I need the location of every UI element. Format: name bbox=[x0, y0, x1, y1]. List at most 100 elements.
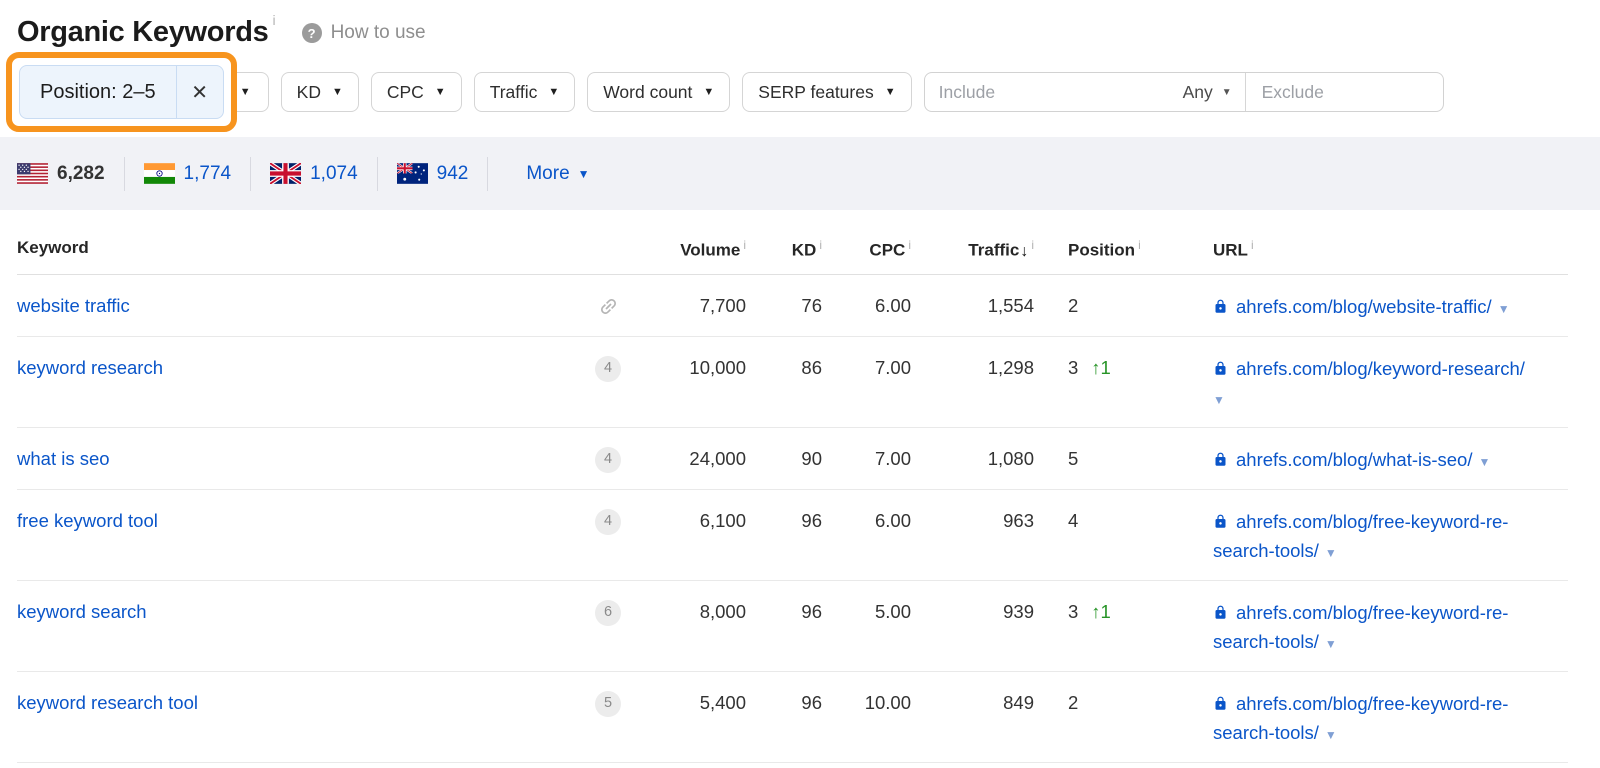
indicator-column-spacer bbox=[576, 217, 640, 274]
cpc-cell: 10.00 bbox=[864, 691, 911, 713]
serp-features-badge[interactable]: 4 bbox=[595, 508, 621, 535]
au-keyword-count: 942 bbox=[436, 162, 469, 184]
keywords-table: Keyword Volume i KD i CPC i Traffic↓ i Posit… bbox=[17, 217, 1568, 763]
position-cell: 3 bbox=[1068, 600, 1079, 622]
traffic-filter-button[interactable]: Traffic ▼ bbox=[473, 72, 576, 112]
column-header-url[interactable]: URL i bbox=[1213, 217, 1568, 274]
position-filter-chip[interactable]: Position: 2–5 ✕ bbox=[19, 65, 224, 119]
url-link[interactable]: ahrefs.com/blog/free-keyword-re-search-t… bbox=[1213, 693, 1508, 743]
more-countries-button[interactable]: More ▼ bbox=[526, 163, 589, 185]
traffic-cell: 1,298 bbox=[987, 356, 1034, 378]
stats-divider bbox=[123, 156, 125, 191]
info-icon: i bbox=[1138, 238, 1141, 252]
table-row: keyword research tool 5 5,400 96 10.00 8… bbox=[17, 672, 1568, 763]
match-mode-value: Any bbox=[1182, 81, 1213, 102]
column-header-keyword[interactable]: Keyword bbox=[17, 217, 576, 274]
india-flag-icon bbox=[143, 163, 175, 184]
highlight-annotation: Position: 2–5 ✕ bbox=[6, 52, 237, 132]
gb-keyword-count: 1,074 bbox=[310, 162, 358, 184]
url-expand-icon[interactable]: ▼ bbox=[1498, 302, 1510, 316]
uk-flag-icon bbox=[270, 163, 302, 184]
serp-features-badge[interactable]: 4 bbox=[595, 355, 621, 382]
url-expand-icon[interactable]: ▼ bbox=[1325, 728, 1337, 742]
kd-filter-button[interactable]: KD ▼ bbox=[280, 72, 359, 112]
cpc-cell: 6.00 bbox=[874, 509, 911, 531]
url-expand-icon[interactable]: ▼ bbox=[1213, 393, 1225, 407]
us-flag-icon bbox=[17, 163, 48, 184]
column-header-kd[interactable]: KD i bbox=[746, 217, 822, 274]
position-cell: 2 bbox=[1068, 294, 1079, 316]
traffic-cell: 849 bbox=[1003, 691, 1034, 713]
url-link[interactable]: ahrefs.com/blog/what-is-seo/ bbox=[1236, 449, 1473, 470]
remove-filter-icon[interactable]: ✕ bbox=[177, 80, 223, 105]
chevron-down-icon: ▼ bbox=[331, 86, 343, 98]
table-row: free keyword tool 4 6,100 96 6.00 963 4 … bbox=[17, 490, 1568, 581]
position-cell: 4 bbox=[1068, 509, 1079, 531]
position-cell: 2 bbox=[1068, 691, 1079, 713]
table-header-row: Keyword Volume i KD i CPC i Traffic↓ i Posit… bbox=[17, 217, 1568, 275]
kd-cell: 86 bbox=[801, 356, 822, 378]
chevron-down-icon: ▼ bbox=[703, 86, 715, 98]
chevron-down-icon: ▼ bbox=[1221, 86, 1232, 98]
column-header-volume[interactable]: Volume i bbox=[640, 217, 746, 274]
url-expand-icon[interactable]: ▼ bbox=[1325, 637, 1337, 651]
url-link[interactable]: ahrefs.com/blog/free-keyword-re-search-t… bbox=[1213, 511, 1508, 561]
how-to-use-link[interactable]: ? How to use bbox=[301, 22, 426, 44]
country-stats-bar: 6,282 1,774 1,074 942 More ▼ bbox=[0, 137, 1600, 210]
serp-features-badge[interactable]: 5 bbox=[595, 690, 621, 717]
kd-cell: 96 bbox=[801, 600, 822, 622]
cpc-filter-button[interactable]: CPC ▼ bbox=[370, 72, 462, 112]
keyword-link[interactable]: keyword search bbox=[17, 601, 147, 622]
traffic-cell: 963 bbox=[1003, 509, 1034, 531]
include-input[interactable]: Include Any ▼ bbox=[925, 73, 1245, 111]
chevron-down-icon: ▼ bbox=[434, 86, 446, 98]
keyword-link[interactable]: keyword research bbox=[17, 357, 163, 378]
page-title: Organic Keywords bbox=[17, 16, 269, 48]
cpc-cell: 6.00 bbox=[874, 294, 911, 316]
table-row: website traffic 7,700 76 6.00 1,554 2 ah… bbox=[17, 275, 1568, 337]
word-count-filter-button[interactable]: Word count ▼ bbox=[587, 72, 731, 112]
serp-features-badge[interactable]: 6 bbox=[595, 599, 621, 626]
kd-cell: 96 bbox=[801, 691, 822, 713]
include-exclude-box: Include Any ▼ Exclude bbox=[923, 72, 1444, 112]
chevron-down-icon: ▼ bbox=[239, 86, 251, 98]
serp-features-badge[interactable]: 4 bbox=[595, 446, 621, 473]
country-stat-au[interactable]: 942 bbox=[396, 162, 469, 185]
lock-icon bbox=[1215, 514, 1226, 528]
url-link[interactable]: ahrefs.com/blog/keyword-research/ bbox=[1236, 358, 1525, 379]
traffic-filter-label: Traffic bbox=[489, 81, 538, 102]
exclude-input[interactable]: Exclude bbox=[1246, 82, 1443, 103]
url-link[interactable]: ahrefs.com/blog/free-keyword-re-search-t… bbox=[1213, 602, 1508, 652]
table-row: what is seo 4 24,000 90 7.00 1,080 5 ahr… bbox=[17, 428, 1568, 490]
position-filter-label: Position: 2–5 bbox=[40, 80, 156, 103]
keyword-link[interactable]: keyword research tool bbox=[17, 692, 198, 713]
lock-icon bbox=[1215, 452, 1226, 466]
help-icon: ? bbox=[301, 23, 322, 43]
kd-cell: 96 bbox=[801, 509, 822, 531]
chevron-down-icon: ▼ bbox=[577, 166, 590, 181]
match-mode-select[interactable]: Any ▼ bbox=[1183, 82, 1232, 103]
kd-cell: 76 bbox=[801, 294, 822, 316]
us-keyword-count: 6,282 bbox=[57, 162, 105, 184]
keyword-link[interactable]: website traffic bbox=[17, 295, 130, 316]
cpc-cell: 7.00 bbox=[874, 356, 911, 378]
column-header-position[interactable]: Position i bbox=[1034, 217, 1213, 274]
url-expand-icon[interactable]: ▼ bbox=[1325, 546, 1337, 560]
position-change: ↑1 bbox=[1091, 600, 1111, 622]
url-link[interactable]: ahrefs.com/blog/website-traffic/ bbox=[1236, 296, 1492, 317]
column-header-traffic[interactable]: Traffic↓ i bbox=[911, 217, 1034, 274]
country-stat-gb[interactable]: 1,074 bbox=[270, 163, 358, 185]
serp-features-filter-button[interactable]: SERP features ▼ bbox=[742, 72, 912, 112]
word-count-filter-label: Word count bbox=[603, 81, 693, 102]
country-stat-us[interactable]: 6,282 bbox=[17, 163, 105, 185]
australia-flag-icon bbox=[396, 163, 428, 184]
title-info-icon: i bbox=[272, 12, 276, 28]
keyword-link[interactable]: free keyword tool bbox=[17, 510, 158, 531]
country-stat-in[interactable]: 1,774 bbox=[143, 163, 231, 185]
lock-icon bbox=[1215, 696, 1226, 710]
keyword-link[interactable]: what is seo bbox=[17, 448, 110, 469]
lock-icon bbox=[1215, 361, 1226, 375]
url-expand-icon[interactable]: ▼ bbox=[1479, 455, 1491, 469]
column-header-cpc[interactable]: CPC i bbox=[822, 217, 911, 274]
report-header: Organic Keywords i ? How to use bbox=[0, 0, 1600, 49]
